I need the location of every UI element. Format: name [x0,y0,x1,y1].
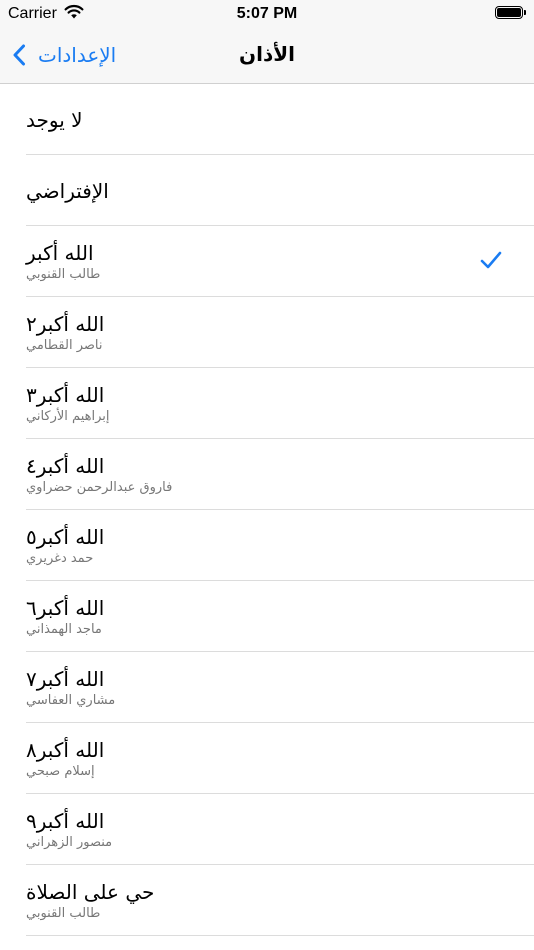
list-item-text: الله أكبر٣ إبراهيم الأركاني [26,368,454,439]
list-item-text: الله أكبر٩ منصور الزهراني [26,794,454,865]
list-item-subtitle: مشاري العفاسي [26,692,116,708]
adhan-sound-list: لا يوجد الإفتراضي الله أكبر طالب القنوبي الل… [0,84,534,936]
list-item-text: الله أكبر٢ ناصر القطامي [26,297,454,368]
list-item[interactable]: الله أكبر٦ ماجد الهمذاني [0,581,534,652]
list-item[interactable]: الله أكبر٥ حمد دغريري [0,510,534,581]
list-item[interactable]: الله أكبر٧ مشاري العفاسي [0,652,534,723]
list-item-text: الله أكبر٥ حمد دغريري [26,510,454,581]
list-item[interactable]: الله أكبر طالب القنوبي [0,226,534,297]
list-item-text: الله أكبر٤ فاروق عبدالرحمن حضراوي [26,439,454,510]
list-item-title: لا يوجد [26,107,83,132]
list-item-subtitle: فاروق عبدالرحمن حضراوي [26,479,173,495]
list-item[interactable]: الله أكبر٢ ناصر القطامي [0,297,534,368]
list-item-title: الله أكبر [26,240,94,265]
page-title: الأذان [239,42,295,66]
list-item-title: الله أكبر٧ [26,666,105,691]
list-item-subtitle: إبراهيم الأركاني [26,408,110,424]
list-item-text: الإفتراضي [26,155,454,226]
list-item-title: حي على الصلاة [26,879,155,904]
list-item-title: الله أكبر٣ [26,382,105,407]
list-item-text: الله أكبر٧ مشاري العفاسي [26,652,454,723]
list-item[interactable]: الله أكبر٩ منصور الزهراني [0,794,534,865]
list-item-text: حي على الصلاة طالب القنوبي [26,865,454,936]
list-item-title: الله أكبر٤ [26,453,105,478]
list-item-text: الله أكبر٨ إسلام صبحي [26,723,454,794]
list-item-subtitle: ناصر القطامي [26,337,103,353]
list-item-title: الإفتراضي [26,178,109,203]
list-item[interactable]: لا يوجد [0,84,534,155]
list-item-title: الله أكبر٦ [26,595,105,620]
list-item[interactable]: الله أكبر٨ إسلام صبحي [0,723,534,794]
list-item-title: الله أكبر٨ [26,737,105,762]
clock: 5:07 PM [236,5,298,22]
list-item-text: الله أكبر٦ ماجد الهمذاني [26,581,454,652]
list-item-text: الله أكبر طالب القنوبي [26,226,454,297]
list-item-subtitle: منصور الزهراني [26,834,113,850]
list-item-subtitle: ماجد الهمذاني [26,621,102,637]
list-item[interactable]: الله أكبر٣ إبراهيم الأركاني [0,368,534,439]
list-item-subtitle: إسلام صبحي [26,763,95,779]
list-item-subtitle: حمد دغريري [26,550,94,566]
list-item-title: الله أكبر٩ [26,808,105,833]
list-item-title: الله أكبر٥ [26,524,105,549]
navigation-bar: الإعدادات الأذان [0,28,534,84]
list-item-subtitle: طالب القنوبي [26,266,101,282]
list-item-title: الله أكبر٢ [26,311,105,336]
checkmark-icon [480,251,502,269]
list-item[interactable]: الإفتراضي [0,155,534,226]
list-item-subtitle: طالب القنوبي [26,905,101,921]
status-bar: Carrier 5:07 PM [0,0,534,28]
battery-icon [495,6,526,19]
list-item-text: لا يوجد [26,84,454,155]
list-item[interactable]: الله أكبر٤ فاروق عبدالرحمن حضراوي [0,439,534,510]
list-item[interactable]: حي على الصلاة طالب القنوبي [0,865,534,936]
